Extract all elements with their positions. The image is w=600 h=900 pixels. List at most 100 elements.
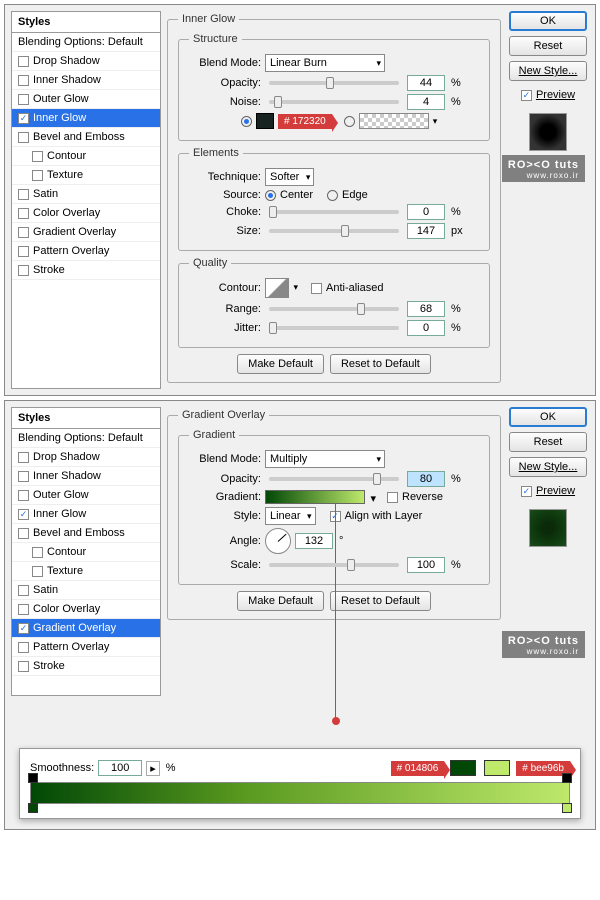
source-edge-radio[interactable] [327, 190, 338, 201]
scale-field[interactable]: 100 [407, 557, 445, 573]
range-slider[interactable] [269, 307, 399, 311]
checkbox-icon[interactable] [18, 246, 29, 257]
checkbox-icon[interactable] [18, 56, 29, 67]
checkbox-icon[interactable] [18, 471, 29, 482]
checkbox-icon[interactable] [18, 509, 29, 520]
style-item-contour[interactable]: Contour [12, 543, 160, 562]
style-item-inner-shadow[interactable]: Inner Shadow [12, 71, 160, 90]
checkbox-icon[interactable] [32, 170, 43, 181]
checkbox-icon[interactable] [32, 547, 43, 558]
style-item-outer-glow[interactable]: Outer Glow [12, 90, 160, 109]
style-item-outer-glow[interactable]: Outer Glow [12, 486, 160, 505]
source-center-radio[interactable] [265, 190, 276, 201]
choke-slider[interactable] [269, 210, 399, 214]
checkbox-icon[interactable] [18, 75, 29, 86]
gradient-bar[interactable] [30, 782, 570, 804]
style-item-stroke[interactable]: Stroke [12, 261, 160, 280]
style-item-texture[interactable]: Texture [12, 562, 160, 581]
jitter-field[interactable]: 0 [407, 320, 445, 336]
style-item-bevel-and-emboss[interactable]: Bevel and Emboss [12, 524, 160, 543]
checkbox-icon[interactable] [32, 566, 43, 577]
new-style-button[interactable]: New Style... [509, 457, 587, 477]
checkbox-icon[interactable] [18, 604, 29, 615]
checkbox-icon[interactable] [18, 265, 29, 276]
reset-default-button[interactable]: Reset to Default [330, 354, 431, 374]
angle-dial[interactable] [265, 528, 291, 554]
style-item-drop-shadow[interactable]: Drop Shadow [12, 52, 160, 71]
gradient-swatch[interactable] [359, 113, 429, 129]
preview-checkbox[interactable] [521, 90, 532, 101]
size-field[interactable]: 147 [407, 223, 445, 239]
glow-color-swatch[interactable] [256, 113, 274, 129]
noise-slider[interactable] [269, 100, 399, 104]
scale-slider[interactable] [269, 563, 399, 567]
style-item-pattern-overlay[interactable]: Pattern Overlay [12, 242, 160, 261]
new-style-button[interactable]: New Style... [509, 61, 587, 81]
checkbox-icon[interactable] [18, 585, 29, 596]
angle-field[interactable]: 132 [295, 533, 333, 549]
choke-field[interactable]: 0 [407, 204, 445, 220]
checkbox-icon[interactable] [18, 189, 29, 200]
jitter-slider[interactable] [269, 326, 399, 330]
checkbox-icon[interactable] [18, 642, 29, 653]
opacity-stop-right[interactable] [562, 773, 572, 783]
opacity-slider[interactable] [269, 81, 399, 85]
color-radio[interactable] [241, 116, 252, 127]
size-slider[interactable] [269, 229, 399, 233]
style-item-satin[interactable]: Satin [12, 581, 160, 600]
antialiased-checkbox[interactable] [311, 283, 322, 294]
reset-default-button[interactable]: Reset to Default [330, 591, 431, 611]
style-item-texture[interactable]: Texture [12, 166, 160, 185]
style-item-gradient-overlay[interactable]: Gradient Overlay [12, 619, 160, 638]
checkbox-icon[interactable] [18, 132, 29, 143]
checkbox-icon[interactable] [18, 661, 29, 672]
style-item-contour[interactable]: Contour [12, 147, 160, 166]
smoothness-arrow-icon[interactable]: ▸ [146, 761, 160, 776]
style-item-color-overlay[interactable]: Color Overlay [12, 600, 160, 619]
reverse-checkbox[interactable] [387, 492, 398, 503]
style-item-gradient-overlay[interactable]: Gradient Overlay [12, 223, 160, 242]
checkbox-icon[interactable] [32, 151, 43, 162]
style-item-color-overlay[interactable]: Color Overlay [12, 204, 160, 223]
ok-button[interactable]: OK [509, 407, 587, 427]
style-item-blending-options-default[interactable]: Blending Options: Default [12, 429, 160, 448]
opacity-stop-left[interactable] [28, 773, 38, 783]
preview-checkbox[interactable] [521, 486, 532, 497]
style-item-drop-shadow[interactable]: Drop Shadow [12, 448, 160, 467]
blend-mode-select[interactable]: Multiply [265, 450, 385, 468]
smoothness-field[interactable]: 100 [98, 760, 142, 776]
opacity-field[interactable]: 44 [407, 75, 445, 91]
checkbox-icon[interactable] [18, 227, 29, 238]
reset-button[interactable]: Reset [509, 36, 587, 56]
reset-button[interactable]: Reset [509, 432, 587, 452]
checkbox-icon[interactable] [18, 490, 29, 501]
style-item-stroke[interactable]: Stroke [12, 657, 160, 676]
style-item-inner-shadow[interactable]: Inner Shadow [12, 467, 160, 486]
range-field[interactable]: 68 [407, 301, 445, 317]
gradient-picker[interactable] [265, 490, 365, 504]
blend-mode-select[interactable]: Linear Burn [265, 54, 385, 72]
color-stop-left[interactable] [28, 803, 38, 813]
make-default-button[interactable]: Make Default [237, 354, 324, 374]
style-item-inner-glow[interactable]: Inner Glow [12, 109, 160, 128]
technique-select[interactable]: Softer [265, 168, 314, 186]
opacity-slider[interactable] [269, 477, 399, 481]
checkbox-icon[interactable] [18, 94, 29, 105]
checkbox-icon[interactable] [18, 623, 29, 634]
noise-field[interactable]: 4 [407, 94, 445, 110]
contour-picker[interactable] [265, 278, 289, 298]
ok-button[interactable]: OK [509, 11, 587, 31]
gradient-style-select[interactable]: Linear [265, 507, 316, 525]
style-item-bevel-and-emboss[interactable]: Bevel and Emboss [12, 128, 160, 147]
opacity-field[interactable]: 80 [407, 471, 445, 487]
checkbox-icon[interactable] [18, 452, 29, 463]
style-item-inner-glow[interactable]: Inner Glow [12, 505, 160, 524]
checkbox-icon[interactable] [18, 208, 29, 219]
checkbox-icon[interactable] [18, 528, 29, 539]
style-item-pattern-overlay[interactable]: Pattern Overlay [12, 638, 160, 657]
style-item-satin[interactable]: Satin [12, 185, 160, 204]
gradient-radio[interactable] [344, 116, 355, 127]
checkbox-icon[interactable] [18, 113, 29, 124]
style-item-blending-options-default[interactable]: Blending Options: Default [12, 33, 160, 52]
color-stop-right[interactable] [562, 803, 572, 813]
